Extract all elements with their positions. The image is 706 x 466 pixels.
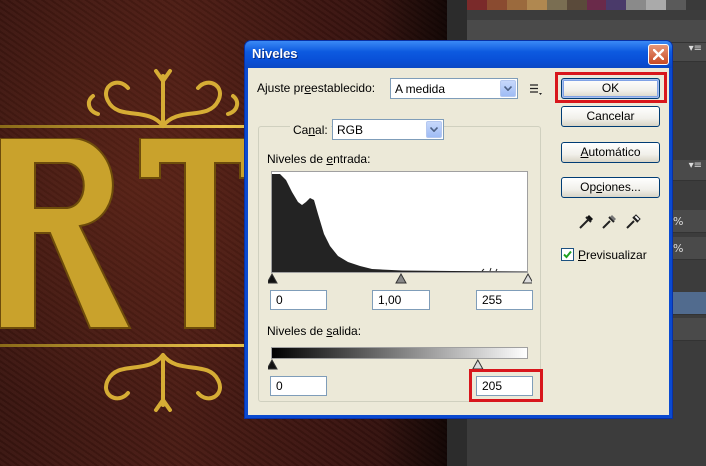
gold-ornament-bottom bbox=[104, 353, 222, 412]
auto-button[interactable]: Automático bbox=[561, 142, 660, 163]
histogram-plot bbox=[272, 174, 527, 272]
preset-label: Ajuste preestablecido: bbox=[257, 81, 376, 95]
panel-icon-row bbox=[467, 20, 706, 43]
chevron-down-icon bbox=[426, 121, 442, 138]
output-white-handle bbox=[471, 359, 484, 370]
output-white-field[interactable]: 205 bbox=[476, 376, 533, 396]
input-white-field[interactable]: 255 bbox=[476, 290, 533, 310]
dialog-titlebar[interactable]: Niveles bbox=[245, 41, 672, 68]
channel-label: Canal: bbox=[290, 123, 331, 137]
preview-checkbox[interactable] bbox=[561, 248, 574, 261]
output-black-handle bbox=[268, 359, 278, 370]
dialog-body: Ajuste preestablecido: A medida OK Cance… bbox=[248, 68, 669, 415]
opacity-percent: % bbox=[673, 215, 684, 228]
gold-monogram-graphic bbox=[0, 138, 260, 329]
panel-menu-icon[interactable]: ▾≡ bbox=[689, 43, 702, 54]
gold-ornament-top bbox=[86, 69, 240, 128]
close-button[interactable] bbox=[648, 44, 669, 65]
black-eyedropper-icon[interactable] bbox=[577, 211, 597, 231]
input-black-field[interactable]: 0 bbox=[270, 290, 327, 310]
fill-percent: % bbox=[673, 242, 684, 255]
swatches-strip[interactable] bbox=[467, 0, 706, 18]
output-gradient-bar bbox=[271, 347, 528, 359]
checkmark-icon bbox=[563, 250, 572, 259]
channel-select[interactable]: RGB bbox=[332, 119, 444, 140]
preset-select[interactable]: A medida bbox=[390, 78, 518, 99]
gray-eyedropper-icon[interactable] bbox=[600, 211, 620, 231]
preset-options-icon[interactable] bbox=[529, 82, 543, 96]
ok-button[interactable]: OK bbox=[561, 78, 660, 99]
chevron-down-icon bbox=[500, 80, 516, 97]
input-gamma-field[interactable]: 1,00 bbox=[372, 290, 430, 310]
white-eyedropper-icon[interactable] bbox=[624, 211, 644, 231]
output-levels-label: Niveles de salida: bbox=[267, 324, 362, 338]
cancel-button[interactable]: Cancelar bbox=[561, 106, 660, 127]
input-slider-track[interactable] bbox=[268, 273, 532, 285]
dialog-title: Niveles bbox=[252, 46, 298, 61]
options-button[interactable]: Opciones... bbox=[561, 177, 660, 198]
input-levels-label: Niveles de entrada: bbox=[267, 152, 371, 166]
preview-label: Previsualizar bbox=[578, 248, 647, 262]
panel-menu-icon[interactable]: ▾≡ bbox=[689, 160, 702, 171]
output-black-field[interactable]: 0 bbox=[270, 376, 327, 396]
histogram bbox=[271, 171, 528, 273]
close-icon bbox=[653, 49, 664, 60]
levels-dialog: Niveles Ajuste preestablecido: A medida … bbox=[245, 41, 672, 418]
